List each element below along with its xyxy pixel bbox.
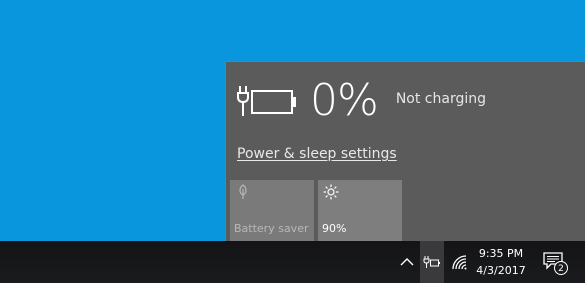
brightness-tile[interactable]: 90%	[318, 180, 402, 242]
battery-icon	[423, 256, 440, 268]
taskbar-clock[interactable]: 9:35 PM 4/3/2017	[472, 245, 530, 279]
battery-saver-tile[interactable]: Battery saver	[230, 180, 314, 242]
tray-battery-button[interactable]	[420, 241, 444, 283]
battery-plug-icon	[237, 86, 296, 116]
battery-saver-label: Battery saver	[234, 222, 309, 235]
brightness-icon	[323, 184, 339, 200]
clock-date: 4/3/2017	[476, 264, 526, 277]
battery-percent: 0%	[310, 75, 379, 126]
taskbar: 9:35 PM 4/3/2017 2	[0, 241, 585, 283]
clock-time: 9:35 PM	[478, 247, 524, 260]
brightness-label: 90%	[322, 222, 347, 235]
chevron-up-icon[interactable]	[398, 254, 416, 270]
battery-status-row: 0% Not charging	[236, 76, 486, 126]
notification-count-badge: 2	[554, 261, 568, 275]
battery-flyout: 0% Not charging Power & sleep settings B…	[225, 61, 585, 242]
charging-status: Not charging	[395, 91, 486, 107]
action-center-button[interactable]: 2	[540, 250, 572, 276]
leaf-icon	[239, 184, 247, 199]
wifi-icon[interactable]	[450, 253, 468, 271]
power-sleep-settings-link[interactable]: Power & sleep settings	[237, 146, 397, 162]
